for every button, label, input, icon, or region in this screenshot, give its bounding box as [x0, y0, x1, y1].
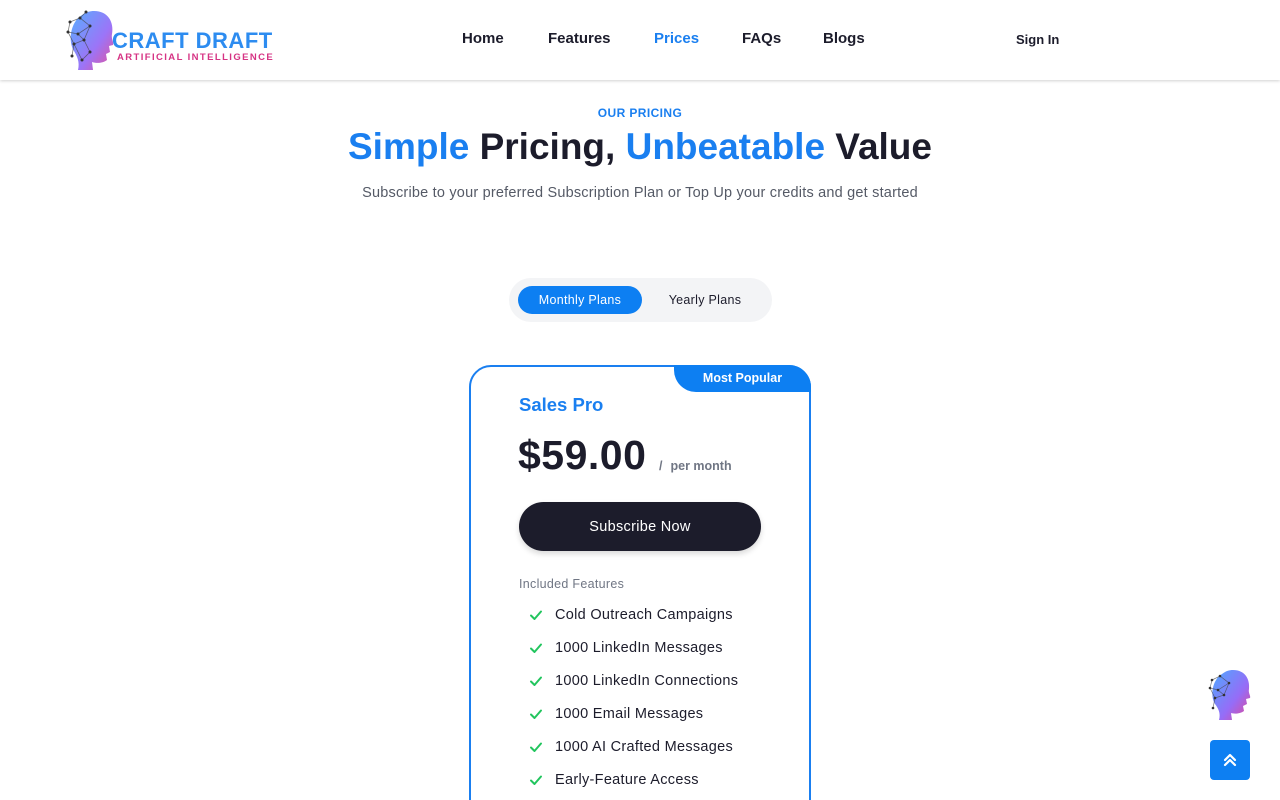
included-features-heading: Included Features [519, 577, 625, 591]
logo-title: CRAFT DRAFT [112, 28, 273, 53]
feature-item: Cold Outreach Campaigns [529, 605, 733, 625]
check-icon [530, 676, 542, 686]
headline-value: Value [825, 126, 932, 167]
check-icon [530, 742, 542, 752]
plan-price: $59.00 [518, 432, 647, 478]
price-period-label: per month [670, 459, 732, 473]
feature-item: 1000 AI Crafted Messages [529, 737, 733, 757]
logo-subtitle: ARTIFICIAL INTELLIGENCE [117, 52, 275, 63]
headline-accent-simple: Simple [348, 126, 470, 167]
ai-head-logo-icon [66, 10, 114, 70]
headline-pricing: Pricing, [469, 126, 626, 167]
feature-label: 1000 LinkedIn Messages [555, 640, 723, 656]
chevrons-up-icon [1223, 753, 1237, 767]
check-icon [530, 709, 542, 719]
check-icon [530, 775, 542, 785]
section-eyebrow: OUR PRICING [597, 106, 683, 120]
feature-label: Early-Feature Access [555, 772, 699, 788]
feature-item: 1000 LinkedIn Connections [529, 671, 738, 691]
headline-accent-unbeatable: Unbeatable [625, 126, 826, 167]
billing-toggle: Monthly Plans Yearly Plans [509, 278, 772, 322]
site-header: CRAFT DRAFT ARTIFICIAL INTELLIGENCE Home… [0, 0, 1280, 80]
check-icon [530, 610, 542, 620]
nav-faqs[interactable]: FAQs [742, 30, 781, 47]
page-subtitle: Subscribe to your preferred Subscription… [362, 185, 918, 201]
page-title: Simple Pricing, Unbeatable Value [0, 126, 1280, 168]
feature-item: 1000 Email Messages [529, 704, 703, 724]
subscribe-now-button[interactable]: Subscribe Now [519, 502, 761, 551]
brand-logo[interactable]: CRAFT DRAFT ARTIFICIAL INTELLIGENCE [64, 8, 284, 72]
nav-home[interactable]: Home [462, 30, 504, 47]
feature-label: 1000 Email Messages [555, 706, 704, 722]
monthly-plans-tab[interactable]: Monthly Plans [518, 286, 642, 314]
scroll-to-top-button[interactable] [1210, 740, 1250, 780]
feature-label: Cold Outreach Campaigns [555, 607, 733, 623]
nav-features[interactable]: Features [548, 30, 611, 47]
ai-head-icon[interactable] [1206, 668, 1254, 722]
most-popular-badge: Most Popular [674, 365, 811, 392]
price-period: / per month [659, 459, 732, 473]
check-icon [530, 643, 542, 653]
nav-prices[interactable]: Prices [654, 30, 699, 47]
yearly-plans-tab[interactable]: Yearly Plans [654, 286, 756, 314]
feature-item: Early-Feature Access [529, 770, 699, 790]
plan-name: Sales Pro [519, 394, 604, 415]
sign-in-link[interactable]: Sign In [1016, 32, 1059, 47]
feature-label: 1000 LinkedIn Connections [555, 673, 739, 689]
nav-blogs[interactable]: Blogs [823, 30, 865, 47]
feature-label: 1000 AI Crafted Messages [555, 739, 734, 755]
price-separator: / [659, 459, 663, 473]
feature-item: 1000 LinkedIn Messages [529, 638, 723, 658]
